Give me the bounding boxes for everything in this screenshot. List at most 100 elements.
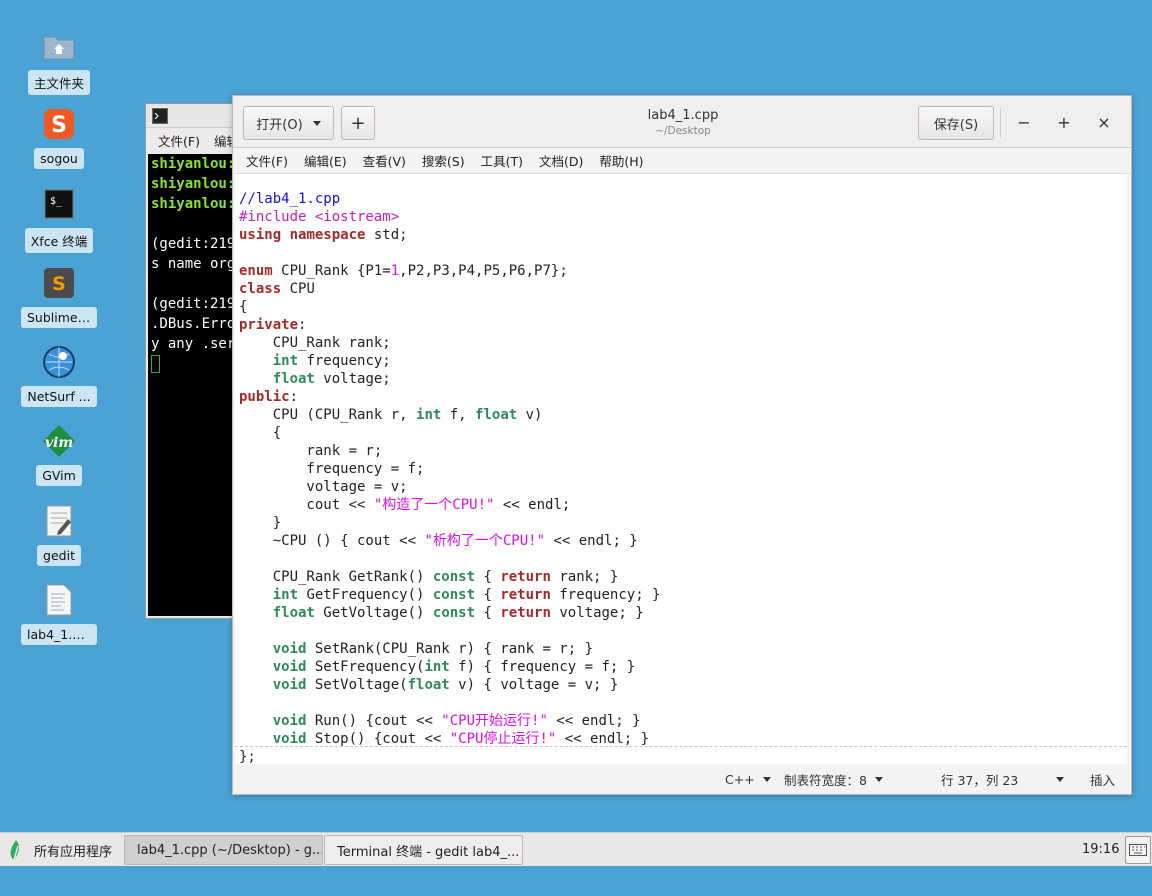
code-text[interactable]: //lab4_1.cpp #include <iostream> using nam… (239, 190, 660, 764)
clock[interactable]: 19:16 (1082, 842, 1119, 857)
chevron-down-icon (874, 776, 883, 782)
code-token: void (272, 659, 307, 675)
code-line: float GetVoltage() const { return voltag… (239, 604, 660, 622)
code-line: using namespace std; (239, 226, 660, 244)
code-token: voltage; (314, 371, 391, 387)
code-token: public (239, 389, 290, 405)
cpp-file-icon (41, 582, 77, 618)
language-selector[interactable]: C++ (725, 772, 771, 787)
desktop-icon-lab4-cpp[interactable]: lab4_1.cpp (20, 582, 98, 645)
sublime-icon: S (41, 265, 77, 301)
applications-menu-button[interactable]: 所有应用程序 (6, 837, 112, 863)
menu-help[interactable]: 帮助(H) (599, 151, 643, 170)
code-token: CPU_Rank GetRank() (239, 569, 433, 585)
desktop-icon-netsurf[interactable]: NetSurf ... (20, 344, 98, 407)
close-button[interactable]: × (1092, 110, 1116, 134)
code-token: } (239, 515, 282, 531)
terminal-line: y any .serv (151, 336, 244, 352)
tab-width-selector[interactable]: 制表符宽度：8 (784, 770, 883, 789)
menu-view[interactable]: 查看(V) (363, 151, 406, 170)
menu-search[interactable]: 搜索(S) (422, 151, 465, 170)
terminal-titlebar[interactable] (146, 104, 244, 128)
position-dropdown[interactable] (1056, 776, 1064, 782)
desktop-icon-gvim[interactable]: vim GVim (20, 423, 98, 486)
new-tab-button[interactable]: + (341, 106, 375, 140)
minimize-button[interactable]: − (1012, 110, 1036, 134)
menu-edit[interactable]: 编辑(E) (304, 151, 347, 170)
code-line: frequency = f; (239, 460, 660, 478)
window-subtitle: ~/Desktop (655, 125, 711, 137)
svg-text:$_: $_ (50, 196, 63, 207)
cursor-position[interactable]: 行 37，列 23 (941, 770, 1018, 789)
code-token: ,P2,P3,P4,P5,P6,P7}; (399, 263, 568, 279)
desktop-icon-label: gedit (37, 545, 81, 566)
code-line: } (239, 514, 660, 532)
terminal-cursor (151, 354, 244, 374)
menu-file[interactable]: 文件(F) (246, 151, 288, 170)
code-token: voltage; } (550, 605, 644, 621)
terminal-menu-file[interactable]: 文件(F) (158, 131, 200, 150)
svg-text:S: S (52, 273, 66, 295)
code-line: enum CPU_Rank {P1=1,P2,P3,P4,P5,P6,P7}; (239, 262, 660, 280)
code-token: cout << (239, 497, 374, 513)
code-line: #include <iostream> (239, 208, 660, 226)
maximize-button[interactable]: + (1052, 110, 1076, 134)
terminal-window[interactable]: 文件(F) 编辑 shiyanlou: shiyanlou: shiyanlou: (… (145, 103, 245, 619)
code-token: namespace (289, 227, 366, 243)
terminal-output[interactable]: shiyanlou: shiyanlou: shiyanlou: (gedit:219… (148, 154, 244, 616)
desktop-icon-sogou[interactable]: S sogou (20, 106, 98, 169)
code-line: int frequency; (239, 352, 660, 370)
code-editor[interactable]: //lab4_1.cpp #include <iostream> using nam… (235, 174, 1127, 764)
gedit-window[interactable]: 打开(O) + lab4_1.cpp ~/Desktop 保存(S) − + ×… (232, 95, 1132, 795)
desktop-icon-terminal[interactable]: $_ Xfce 终端 (20, 186, 98, 253)
desktop-icon-home[interactable]: 主文件夹 (20, 28, 98, 95)
open-button-label: 打开(O) (256, 117, 303, 133)
terminal-icon: $_ (41, 186, 77, 222)
code-token: GetFrequency() (298, 587, 433, 603)
save-button[interactable]: 保存(S) (918, 106, 994, 140)
cursor-position-label: 行 37，列 23 (941, 772, 1019, 788)
keyboard-icon[interactable] (1125, 836, 1151, 864)
code-token: v) { voltage = v; } (449, 677, 619, 693)
insert-mode[interactable]: 插入 (1090, 770, 1115, 789)
task-terminal[interactable]: Terminal 终端 - gedit lab4_... (324, 835, 523, 865)
app-menu-leaf-icon (10, 840, 20, 861)
desktop-icon-gedit[interactable]: gedit (20, 503, 98, 566)
code-line: float voltage; (239, 370, 660, 388)
code-token: const (432, 587, 476, 603)
code-token: 1 (390, 263, 400, 279)
code-line: voltage = v; (239, 478, 660, 496)
code-token: CPU (281, 281, 315, 297)
code-token: void (272, 641, 307, 657)
terminal-line: (gedit:219 (151, 236, 236, 252)
menu-documents[interactable]: 文档(D) (539, 151, 583, 170)
desktop-icon-sublime[interactable]: S Sublime ... (20, 265, 98, 328)
code-line: cout << "构造了一个CPU!" << endl; (239, 496, 660, 514)
code-token: : (289, 389, 299, 405)
task-gedit[interactable]: lab4_1.cpp (~/Desktop) - g... (124, 835, 323, 865)
code-token: float (407, 677, 450, 693)
desktop-icon-label: GVim (36, 465, 82, 486)
code-token: using (239, 227, 282, 243)
code-token: { (475, 605, 501, 621)
code-line: private: (239, 316, 660, 334)
sogou-icon: S (41, 106, 77, 142)
menu-tools[interactable]: 工具(T) (481, 151, 523, 170)
code-token: const (432, 605, 476, 621)
code-token: private (239, 317, 299, 333)
desktop-icon-label: sogou (34, 148, 84, 169)
code-token: frequency; (298, 353, 391, 369)
code-token: CPU (CPU_Rank r, (239, 407, 417, 423)
open-button[interactable]: 打开(O) (243, 106, 334, 140)
code-token: float (272, 371, 315, 387)
code-token: void (272, 731, 307, 747)
code-line: void SetVoltage(float v) { voltage = v; … (239, 676, 660, 694)
desktop-icon-label: 主文件夹 (27, 70, 90, 95)
code-token: rank = r; (239, 443, 383, 459)
